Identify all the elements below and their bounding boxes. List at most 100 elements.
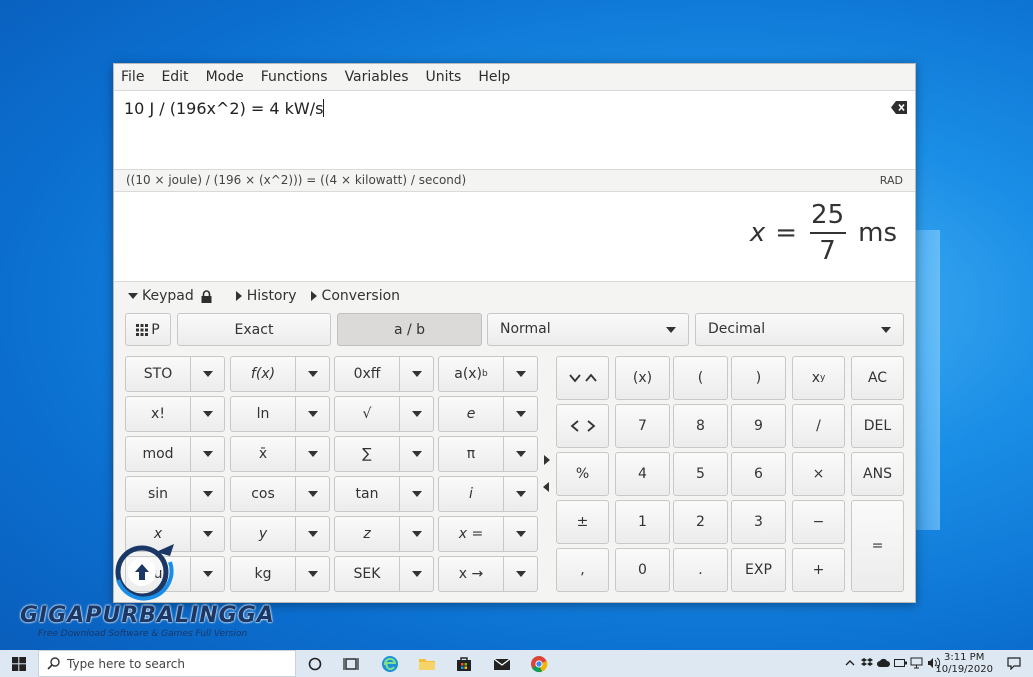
digit-1-button[interactable]: 1 [615, 500, 670, 544]
digit-9-button[interactable]: 9 [731, 404, 786, 448]
tangent-menu-button[interactable] [399, 476, 434, 512]
euler-number-menu-button[interactable] [503, 396, 538, 432]
digit-6-button[interactable]: 6 [731, 452, 786, 496]
delete-button[interactable]: DEL [851, 404, 904, 448]
number-base-select[interactable]: Decimal [695, 313, 904, 346]
divide-button[interactable]: / [792, 404, 845, 448]
menu-edit[interactable]: Edit [160, 69, 196, 85]
factorial-button[interactable]: x! [125, 396, 191, 432]
lock-icon[interactable] [201, 289, 212, 303]
start-button[interactable] [0, 650, 37, 677]
mean-button[interactable]: x̄ [230, 436, 296, 472]
percent-button[interactable]: % [556, 452, 609, 496]
digit-4-button[interactable]: 4 [615, 452, 670, 496]
digit-3-button[interactable]: 3 [731, 500, 786, 544]
network-icon[interactable] [910, 657, 923, 669]
hex-base-menu-button[interactable] [399, 356, 434, 392]
cursor-navigation-button[interactable] [556, 404, 609, 448]
imaginary-unit-menu-button[interactable] [503, 476, 538, 512]
function-menu-button[interactable] [295, 356, 330, 392]
tab-keypad[interactable]: Keypad [128, 288, 212, 304]
exact-button[interactable]: Exact [177, 313, 331, 346]
digit-2-button[interactable]: 2 [673, 500, 728, 544]
cloud-icon[interactable] [877, 657, 890, 669]
power-button[interactable]: xy [792, 356, 845, 400]
menu-units[interactable]: Units [425, 69, 470, 85]
answer-button[interactable]: ANS [851, 452, 904, 496]
store-variable-menu-button[interactable] [190, 356, 225, 392]
cortana-icon[interactable] [306, 655, 324, 673]
menu-mode[interactable]: Mode [205, 69, 252, 85]
kilogram-menu-button[interactable] [295, 556, 330, 592]
angle-mode-indicator[interactable]: RAD [880, 174, 903, 187]
convert-to-button[interactable]: x → [438, 556, 504, 592]
microsoft-store-icon[interactable] [455, 655, 473, 673]
digit-8-button[interactable]: 8 [673, 404, 728, 448]
clock[interactable]: 3:11 PM 10/19/2020 [935, 652, 993, 676]
tangent-button[interactable]: tan [334, 476, 400, 512]
tab-history[interactable]: History [235, 288, 297, 304]
convert-to-menu-button[interactable] [503, 556, 538, 592]
sine-button[interactable]: sin [125, 476, 191, 512]
sine-menu-button[interactable] [190, 476, 225, 512]
mean-menu-button[interactable] [295, 436, 330, 472]
natural-log-button[interactable]: ln [230, 396, 296, 432]
battery-icon[interactable] [894, 658, 907, 668]
variable-y-button[interactable]: y [230, 516, 296, 552]
dropbox-icon[interactable] [861, 657, 873, 669]
modulo-button[interactable]: mod [125, 436, 191, 472]
function-button[interactable]: f(x) [230, 356, 296, 392]
sum-button[interactable]: ∑ [334, 436, 400, 472]
square-root-button[interactable]: √ [334, 396, 400, 432]
edge-browser-icon[interactable] [381, 655, 399, 673]
parentheses-button[interactable]: (x) [615, 356, 670, 400]
program-keypad-button[interactable]: P [125, 313, 171, 346]
menu-functions[interactable]: Functions [260, 69, 336, 85]
all-clear-button[interactable]: AC [851, 356, 904, 400]
square-root-menu-button[interactable] [399, 396, 434, 432]
exponent-button[interactable]: EXP [731, 548, 786, 592]
cosine-menu-button[interactable] [295, 476, 330, 512]
euler-number-button[interactable]: e [438, 396, 504, 432]
page-right-arrow-icon[interactable] [544, 455, 550, 465]
history-navigation-button[interactable] [556, 356, 609, 400]
menu-file[interactable]: File [120, 69, 152, 85]
custom-function-button[interactable]: a(x) b [438, 356, 504, 392]
pi-button[interactable]: π [438, 436, 504, 472]
page-left-arrow-icon[interactable] [543, 482, 549, 492]
currency-sek-button[interactable]: SEK [334, 556, 400, 592]
pi-menu-button[interactable] [503, 436, 538, 472]
variable-z-menu-button[interactable] [399, 516, 434, 552]
modulo-menu-button[interactable] [190, 436, 225, 472]
mail-icon[interactable] [493, 655, 511, 673]
equals-button[interactable]: = [851, 500, 904, 592]
display-mode-select[interactable]: Normal [487, 313, 689, 346]
natural-log-menu-button[interactable] [295, 396, 330, 432]
fraction-toggle-button[interactable]: a / b [337, 313, 482, 346]
chrome-icon[interactable] [530, 655, 548, 673]
plus-minus-button[interactable]: ± [556, 500, 609, 544]
menu-help[interactable]: Help [477, 69, 518, 85]
notification-icon[interactable] [1007, 657, 1021, 670]
custom-function-menu-button[interactable] [503, 356, 538, 392]
kilogram-button[interactable]: kg [230, 556, 296, 592]
clear-input-icon[interactable] [891, 101, 907, 114]
decimal-point-button[interactable]: . [673, 548, 728, 592]
subtract-button[interactable]: − [792, 500, 845, 544]
variable-z-button[interactable]: z [334, 516, 400, 552]
solve-for-x-button[interactable]: x = [438, 516, 504, 552]
store-variable-button[interactable]: STO [125, 356, 191, 392]
taskbar-search-input[interactable]: Type here to search [38, 650, 296, 677]
digit-0-button[interactable]: 0 [615, 548, 670, 592]
cosine-button[interactable]: cos [230, 476, 296, 512]
menu-variables[interactable]: Variables [344, 69, 417, 85]
comma-button[interactable]: , [556, 548, 609, 592]
add-button[interactable]: + [792, 548, 845, 592]
tab-conversion[interactable]: Conversion [310, 288, 400, 304]
hex-base-button[interactable]: 0xff [334, 356, 400, 392]
digit-5-button[interactable]: 5 [673, 452, 728, 496]
variable-x-menu-button[interactable] [190, 516, 225, 552]
solve-for-x-menu-button[interactable] [503, 516, 538, 552]
unit-menu-button[interactable] [190, 556, 225, 592]
factorial-menu-button[interactable] [190, 396, 225, 432]
